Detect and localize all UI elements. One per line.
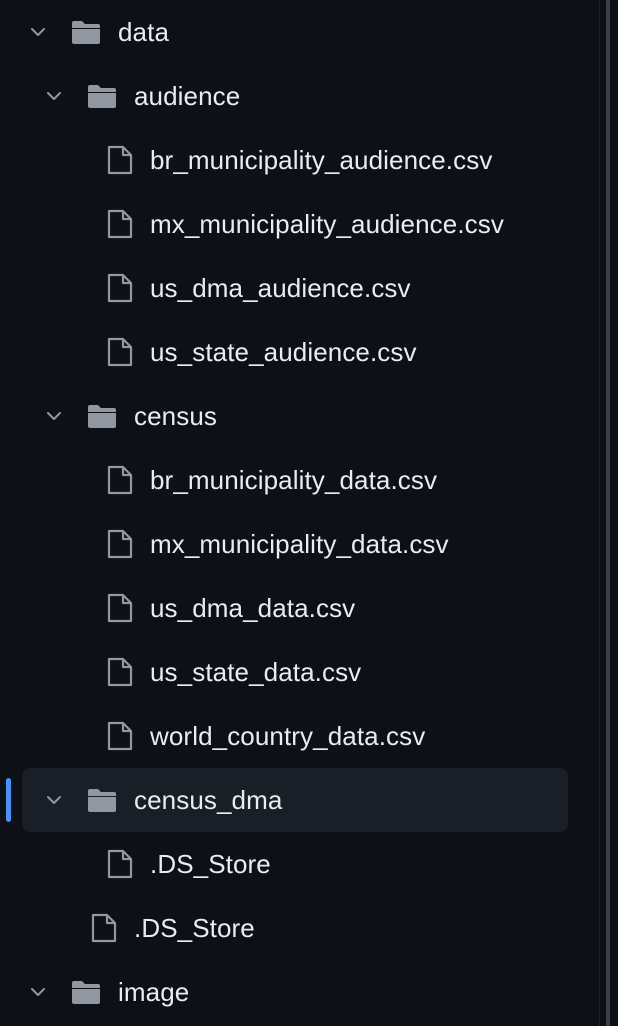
chevron-down-icon[interactable] [44,406,64,426]
file-tree: data audience br_municipality_audience.c… [0,0,600,1026]
file-icon [107,849,133,879]
tree-item-folder[interactable]: image [0,960,600,1024]
tree-item-file[interactable]: .DS_Store [0,832,600,896]
tree-item-label: data [118,17,170,47]
tree-item-label: us_state_audience.csv [150,337,417,367]
folder-open-icon [72,981,100,1004]
tree-item-file[interactable]: world_country_data.csv [0,704,600,768]
file-icon [107,657,133,687]
folder-open-icon [88,85,116,108]
vertical-scrollbar[interactable] [599,0,618,1026]
folder-open-icon [88,789,116,812]
tree-item-label: world_country_data.csv [150,721,426,751]
folder-open-icon [88,405,116,428]
tree-item-label: br_municipality_audience.csv [150,145,493,175]
tree-item-file[interactable]: us_dma_data.csv [0,576,600,640]
tree-item-label: us_state_data.csv [150,657,362,687]
tree-item-label: image [118,977,190,1007]
folder-open-icon [72,21,100,44]
tree-item-label: census [134,401,217,431]
chevron-down-icon[interactable] [44,790,64,810]
tree-item-folder[interactable]: audience [0,64,600,128]
selection-indicator [6,778,11,822]
tree-item-label: br_municipality_data.csv [150,465,438,495]
tree-item-label: mx_municipality_data.csv [150,529,449,559]
tree-item-label: us_dma_audience.csv [150,273,411,303]
tree-item-folder-selected[interactable]: census_dma [0,768,600,832]
tree-item-label: .DS_Store [134,913,255,943]
file-icon [91,913,117,943]
file-icon [107,337,133,367]
file-icon [107,209,133,239]
file-icon [107,465,133,495]
file-icon [107,273,133,303]
tree-item-file[interactable]: br_municipality_audience.csv [0,128,600,192]
tree-item-file[interactable]: us_dma_audience.csv [0,256,600,320]
tree-item-file[interactable]: mx_municipality_audience.csv [0,192,600,256]
tree-item-file[interactable]: mx_municipality_data.csv [0,512,600,576]
tree-item-folder[interactable]: data [0,0,600,64]
tree-item-file[interactable]: us_state_data.csv [0,640,600,704]
scrollbar-thumb[interactable] [606,0,610,1026]
chevron-down-icon[interactable] [28,982,48,1002]
tree-item-label: audience [134,81,241,111]
file-icon [107,721,133,751]
chevron-down-icon[interactable] [28,22,48,42]
tree-item-label: census_dma [134,785,283,815]
tree-item-label: .DS_Store [150,849,271,879]
file-icon [107,529,133,559]
tree-item-label: mx_municipality_audience.csv [150,209,504,239]
tree-item-folder[interactable]: census [0,384,600,448]
chevron-down-icon[interactable] [44,86,64,106]
tree-item-file[interactable]: us_state_audience.csv [0,320,600,384]
file-icon [107,145,133,175]
tree-item-file[interactable]: .DS_Store [0,896,600,960]
file-icon [107,593,133,623]
tree-item-file[interactable]: br_municipality_data.csv [0,448,600,512]
tree-item-label: us_dma_data.csv [150,593,356,623]
